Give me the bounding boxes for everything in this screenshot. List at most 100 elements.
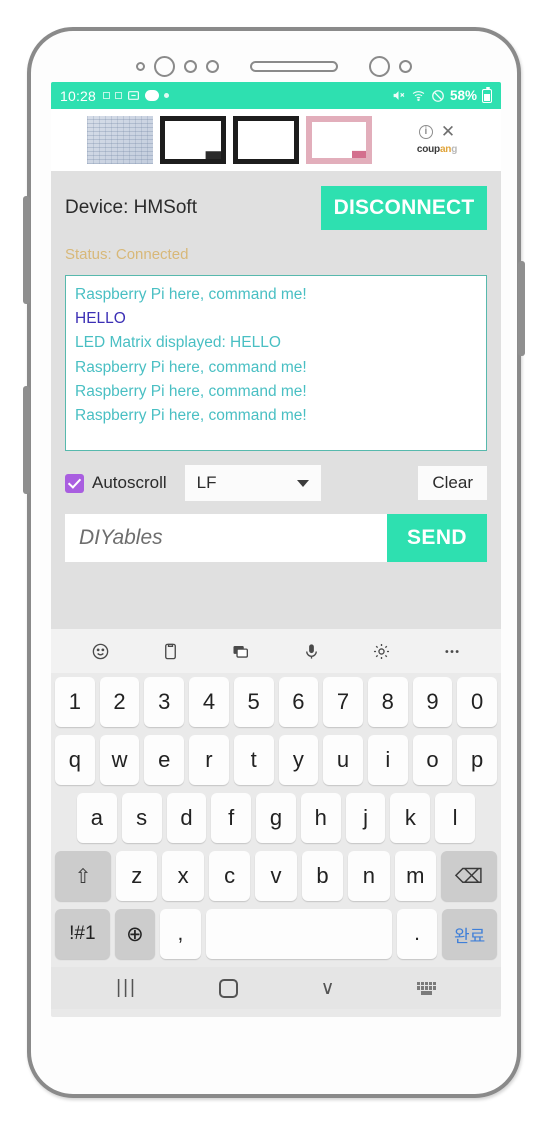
key-4[interactable]: 4 bbox=[189, 677, 229, 727]
key-n[interactable]: n bbox=[348, 851, 390, 901]
log-line: LED Matrix displayed: HELLO bbox=[75, 334, 281, 352]
key-v[interactable]: v bbox=[255, 851, 297, 901]
backspace-key[interactable]: ⌫ bbox=[441, 851, 497, 901]
keyboard-switch-icon[interactable] bbox=[416, 981, 436, 995]
checkmark-icon[interactable] bbox=[65, 473, 84, 493]
keyboard-row-space: !#1 ⊕ , . 완료 bbox=[51, 905, 501, 963]
line-ending-select[interactable]: LF bbox=[184, 465, 321, 501]
earpiece-speaker-icon bbox=[250, 60, 338, 72]
send-button[interactable]: SEND bbox=[387, 514, 487, 562]
sticker-icon[interactable] bbox=[227, 638, 254, 665]
keyboard-row-numbers: 1 2 3 4 5 6 7 8 9 0 bbox=[51, 673, 501, 731]
system-navigation-bar: ||| ∨ bbox=[51, 967, 501, 1009]
light-sensor-icon bbox=[184, 59, 197, 73]
ad-meta: i ✕ coupang bbox=[379, 123, 495, 155]
key-y[interactable]: y bbox=[278, 735, 319, 785]
key-x[interactable]: x bbox=[162, 851, 204, 901]
key-8[interactable]: 8 bbox=[367, 677, 408, 727]
key-1[interactable]: 1 bbox=[54, 677, 95, 727]
status-bar: 10:28 58% bbox=[51, 82, 501, 109]
key-3[interactable]: 3 bbox=[144, 677, 185, 727]
ad-close-icon[interactable]: ✕ bbox=[441, 123, 455, 140]
ad-info-icon[interactable]: i bbox=[418, 125, 433, 139]
emoji-icon[interactable] bbox=[87, 638, 114, 665]
ad-banner[interactable]: i ✕ coupang bbox=[51, 109, 501, 171]
phone-mockup-frame: 10:28 58% i ✕ coupang Device: HMSoft DIS… bbox=[23, 27, 525, 1098]
key-a[interactable]: a bbox=[76, 793, 117, 843]
space-key[interactable] bbox=[205, 909, 392, 959]
hide-keyboard-icon[interactable]: ∨ bbox=[321, 977, 335, 1000]
overflow-menu-icon[interactable] bbox=[438, 638, 465, 665]
chat-bubble-icon bbox=[145, 90, 160, 101]
key-l[interactable]: l bbox=[435, 793, 476, 843]
key-6[interactable]: 6 bbox=[278, 677, 319, 727]
disconnect-button[interactable]: DISCONNECT bbox=[321, 186, 487, 230]
pink-frame-whiteboard-thumbnail[interactable] bbox=[306, 116, 372, 164]
battery-percent-label: 58% bbox=[449, 88, 477, 103]
autoscroll-checkbox[interactable]: Autoscroll bbox=[65, 473, 167, 493]
shift-arrow-icon: ⇧ bbox=[74, 865, 92, 888]
key-g[interactable]: g bbox=[256, 793, 296, 843]
app-badge-icon bbox=[103, 92, 111, 99]
key-j[interactable]: j bbox=[345, 793, 386, 843]
volume-down-button[interactable] bbox=[23, 386, 30, 494]
key-f[interactable]: f bbox=[211, 793, 252, 843]
power-button[interactable] bbox=[518, 261, 525, 356]
chevron-down-icon bbox=[296, 479, 309, 487]
microphone-icon[interactable] bbox=[298, 638, 325, 665]
settings-gear-icon[interactable] bbox=[368, 638, 395, 665]
key-2[interactable]: 2 bbox=[99, 677, 140, 727]
black-frame-whiteboard-thumbnail[interactable] bbox=[160, 116, 226, 164]
key-b[interactable]: b bbox=[301, 851, 344, 901]
done-key[interactable]: 완료 bbox=[442, 909, 497, 959]
key-q[interactable]: q bbox=[54, 735, 95, 785]
device-name-label: Device: HMSoft bbox=[65, 197, 197, 218]
key-w[interactable]: w bbox=[99, 735, 140, 785]
log-line: Raspberry Pi here, command me! bbox=[75, 358, 307, 376]
key-9[interactable]: 9 bbox=[412, 677, 453, 727]
comma-key[interactable]: , bbox=[160, 909, 201, 959]
black-frame-board-thumbnail[interactable] bbox=[233, 116, 299, 164]
period-key[interactable]: . bbox=[396, 909, 438, 959]
key-d[interactable]: d bbox=[166, 793, 207, 843]
keyboard-row-bottom: ⇧ z x c v b n m ⌫ bbox=[51, 847, 501, 905]
key-t[interactable]: t bbox=[233, 735, 274, 785]
key-h[interactable]: h bbox=[300, 793, 341, 843]
keyboard-row-home: a s d f g h j k l bbox=[51, 789, 501, 847]
secondary-camera-icon bbox=[369, 55, 390, 77]
volume-up-button[interactable] bbox=[23, 196, 30, 304]
backspace-icon: ⌫ bbox=[454, 865, 484, 888]
bluetooth-terminal-app: Device: HMSoft DISCONNECT Status: Connec… bbox=[51, 171, 501, 629]
message-input[interactable] bbox=[65, 514, 387, 562]
recents-icon[interactable]: ||| bbox=[116, 977, 137, 999]
key-s[interactable]: s bbox=[121, 793, 162, 843]
key-c[interactable]: c bbox=[208, 851, 251, 901]
key-7[interactable]: 7 bbox=[323, 677, 363, 727]
dot-icon bbox=[164, 93, 170, 98]
key-5[interactable]: 5 bbox=[233, 677, 274, 727]
key-r[interactable]: r bbox=[189, 735, 229, 785]
symbols-key[interactable]: !#1 bbox=[55, 909, 110, 959]
key-i[interactable]: i bbox=[367, 735, 408, 785]
log-line: Raspberry Pi here, command me! bbox=[75, 406, 307, 424]
key-k[interactable]: k bbox=[390, 793, 431, 843]
clipboard-icon[interactable] bbox=[157, 638, 184, 665]
key-e[interactable]: e bbox=[144, 735, 185, 785]
circuit-board-thumbnail[interactable] bbox=[87, 116, 153, 164]
language-globe-icon[interactable]: ⊕ bbox=[114, 909, 156, 959]
key-u[interactable]: u bbox=[323, 735, 363, 785]
key-z[interactable]: z bbox=[115, 851, 158, 901]
key-p[interactable]: p bbox=[457, 735, 498, 785]
home-icon[interactable] bbox=[219, 978, 239, 998]
front-camera-icon bbox=[154, 55, 175, 77]
key-o[interactable]: o bbox=[412, 735, 453, 785]
shift-key[interactable]: ⇧ bbox=[55, 851, 111, 901]
log-line: HELLO bbox=[75, 310, 126, 328]
key-0[interactable]: 0 bbox=[457, 677, 498, 727]
clear-button[interactable]: Clear bbox=[418, 466, 487, 500]
keyboard-row-top: q w e r t y u i o p bbox=[51, 731, 501, 789]
serial-monitor-log[interactable]: Raspberry Pi here, command me! HELLO LED… bbox=[65, 275, 487, 451]
ad-controls: i ✕ bbox=[418, 123, 455, 140]
do-not-disturb-icon bbox=[431, 89, 445, 103]
key-m[interactable]: m bbox=[394, 851, 437, 901]
